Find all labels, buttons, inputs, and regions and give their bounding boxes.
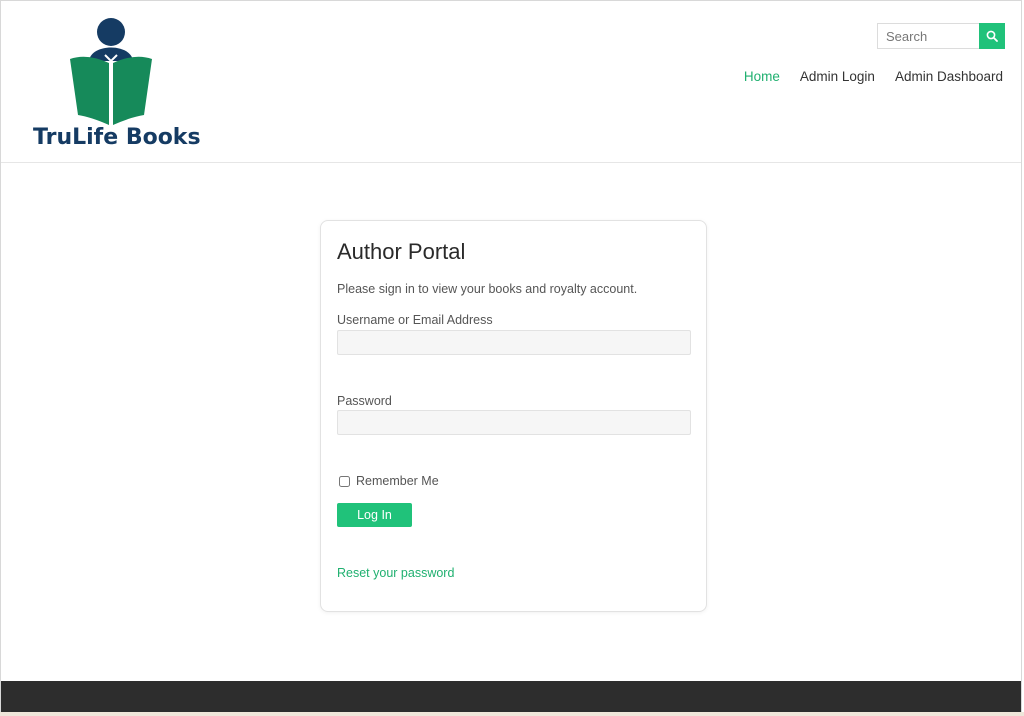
- login-card: Author Portal Please sign in to view you…: [320, 220, 707, 612]
- reader-book-icon: [70, 18, 152, 125]
- page-bottom-strip: [0, 712, 1024, 716]
- login-button[interactable]: Log In: [337, 503, 412, 527]
- password-label: Password: [337, 394, 392, 408]
- nav-item-home[interactable]: Home: [744, 69, 780, 84]
- remember-me-checkbox[interactable]: [339, 475, 350, 487]
- login-description: Please sign in to view your books and ro…: [337, 282, 638, 296]
- remember-me[interactable]: Remember Me: [339, 474, 439, 488]
- site-title: TruLife Books: [33, 125, 201, 150]
- search-icon: [986, 30, 998, 42]
- remember-me-label: Remember Me: [356, 474, 439, 488]
- password-input[interactable]: [337, 410, 691, 435]
- username-input[interactable]: [337, 330, 691, 355]
- reset-password-link[interactable]: Reset your password: [337, 566, 454, 580]
- site-logo[interactable]: TruLife Books: [31, 17, 201, 153]
- page-title: Author Portal: [337, 239, 466, 264]
- site-header: TruLife Books Home Admin Login Admin Das…: [1, 1, 1021, 163]
- search-input[interactable]: [877, 23, 979, 49]
- nav-item-admin-dashboard[interactable]: Admin Dashboard: [895, 69, 1003, 84]
- site-footer: [1, 681, 1021, 712]
- username-label: Username or Email Address: [337, 313, 493, 327]
- nav-item-admin-login[interactable]: Admin Login: [800, 69, 875, 84]
- search-button[interactable]: [979, 23, 1005, 49]
- main-nav: Home Admin Login Admin Dashboard: [744, 69, 1003, 84]
- page: TruLife Books Home Admin Login Admin Das…: [0, 0, 1022, 712]
- search-form: [877, 23, 1005, 49]
